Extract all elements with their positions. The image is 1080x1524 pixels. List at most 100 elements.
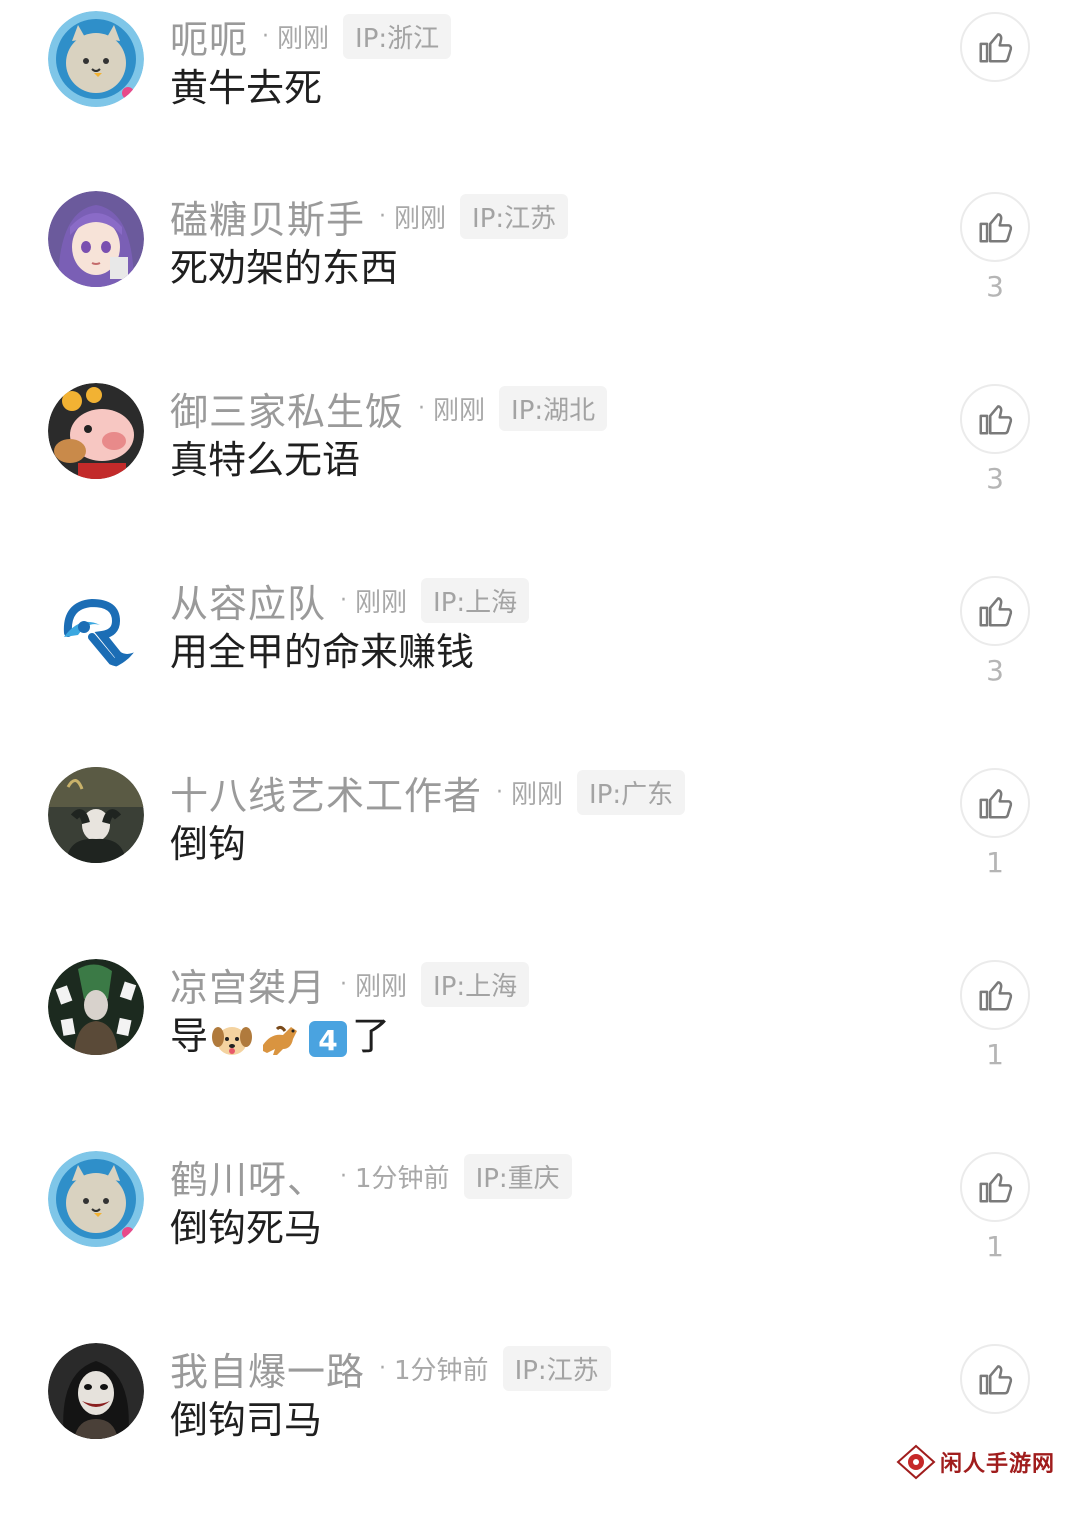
thumbs-up-icon	[979, 597, 1013, 627]
thumbs-up-icon	[979, 213, 1013, 243]
username[interactable]: 我自爆一路	[170, 1341, 365, 1396]
like-count: 3	[986, 270, 1004, 303]
comment-meta: 十八线艺术工作者 · 刚刚 IP:广东	[170, 765, 686, 820]
separator-dot: ·	[340, 587, 348, 613]
username[interactable]: 呃呃	[170, 9, 248, 64]
avatar[interactable]	[48, 1151, 144, 1247]
comment-meta: 从容应队 · 刚刚 IP:上海	[170, 573, 530, 628]
timestamp: 刚刚	[355, 971, 408, 1002]
comment-text[interactable]: 倒钩	[170, 820, 246, 869]
comment-text-part: 了	[352, 1014, 391, 1058]
avatar[interactable]	[48, 383, 144, 479]
site-watermark: 闲人手游网	[896, 1444, 1055, 1480]
like-button[interactable]	[960, 384, 1030, 454]
timestamp: 刚刚	[394, 203, 447, 234]
username[interactable]: 凉宫桀月	[170, 957, 326, 1012]
comment-meta: 凉宫桀月 · 刚刚 IP:上海	[170, 957, 530, 1012]
ip-location-tag: IP:上海	[421, 577, 530, 623]
like-button[interactable]	[960, 1344, 1030, 1414]
ip-location-tag: IP:重庆	[463, 1153, 572, 1199]
svg-text:4: 4	[318, 1024, 337, 1057]
timestamp: 1分钟前	[355, 1163, 450, 1194]
comment-text-part: 导	[170, 1014, 209, 1058]
separator-dot: ·	[340, 1163, 348, 1189]
like-button[interactable]	[960, 192, 1030, 262]
comment-item: 御三家私生饭 · 刚刚 IP:湖北 真特么无语 3	[0, 372, 1080, 564]
anime-girl-avatar-icon	[48, 191, 144, 287]
pig-cartoon-avatar-icon	[48, 383, 144, 479]
ip-location-tag: IP:浙江	[343, 13, 452, 59]
like-count: 1	[986, 1038, 1004, 1071]
separator-dot: ·	[496, 779, 504, 805]
like-count: 3	[986, 654, 1004, 687]
comment-text[interactable]: 用全甲的命来赚钱	[170, 628, 474, 677]
thumbs-up-icon	[979, 1173, 1013, 1203]
comment-item: 呃呃 · 刚刚 IP:浙江 黄牛去死	[0, 0, 1080, 192]
comment-text[interactable]: 倒钩司马	[170, 1396, 322, 1445]
separator-dot: ·	[379, 203, 387, 229]
comment-item: 磕糖贝斯手 · 刚刚 IP:江苏 死劝架的东西 3	[0, 180, 1080, 372]
horror-face-avatar-icon	[48, 1343, 144, 1439]
like-button[interactable]	[960, 960, 1030, 1030]
thumbs-up-icon	[979, 1365, 1013, 1395]
diamond-logo-icon	[896, 1444, 936, 1480]
timestamp: 刚刚	[433, 395, 486, 426]
separator-dot: ·	[262, 23, 270, 49]
like-button[interactable]	[960, 768, 1030, 838]
avatar[interactable]	[48, 959, 144, 1055]
comment-meta: 磕糖贝斯手 · 刚刚 IP:江苏	[170, 189, 569, 244]
like-button[interactable]	[960, 576, 1030, 646]
timestamp: 刚刚	[277, 23, 330, 54]
comment-item: 十八线艺术工作者 · 刚刚 IP:广东 倒钩 1	[0, 756, 1080, 948]
timestamp: 刚刚	[511, 779, 564, 810]
comment-item: 鹤川呀、 · 1分钟前 IP:重庆 倒钩死马 1	[0, 1140, 1080, 1332]
keycap-4-emoji-icon: 4	[309, 1020, 348, 1057]
avatar[interactable]	[48, 191, 144, 287]
username[interactable]: 从容应队	[170, 573, 326, 628]
dog-face-emoji-icon	[212, 1026, 253, 1055]
avatar[interactable]	[48, 575, 144, 671]
like-count: 1	[986, 846, 1004, 879]
username[interactable]: 御三家私生饭	[170, 381, 404, 436]
like-count: 3	[986, 462, 1004, 495]
comment-text[interactable]: 导 4 了	[170, 1012, 390, 1061]
timestamp: 刚刚	[355, 587, 408, 618]
person-photo-avatar-icon	[48, 767, 144, 863]
horse-emoji-icon	[263, 1025, 298, 1055]
thumbs-up-icon	[979, 33, 1013, 63]
ip-location-tag: IP:广东	[577, 769, 686, 815]
cat-astronaut-avatar-icon	[48, 1151, 144, 1247]
comment-text[interactable]: 真特么无语	[170, 436, 360, 485]
thumbs-up-icon	[979, 789, 1013, 819]
username[interactable]: 鹤川呀、	[170, 1149, 326, 1204]
wave-logo-avatar-icon	[48, 575, 144, 671]
comment-meta: 呃呃 · 刚刚 IP:浙江	[170, 9, 452, 64]
comment-meta: 鹤川呀、 · 1分钟前 IP:重庆	[170, 1150, 572, 1202]
comment-text[interactable]: 死劝架的东西	[170, 244, 398, 293]
ip-location-tag: IP:江苏	[460, 193, 569, 239]
comment-text[interactable]: 倒钩死马	[170, 1204, 322, 1253]
avatar[interactable]	[48, 11, 144, 107]
avatar[interactable]	[48, 1343, 144, 1439]
ip-location-tag: IP:江苏	[502, 1345, 611, 1391]
like-count: 1	[986, 1230, 1004, 1263]
username[interactable]: 十八线艺术工作者	[170, 765, 482, 820]
comment-text[interactable]: 黄牛去死	[170, 64, 322, 113]
username[interactable]: 磕糖贝斯手	[170, 189, 365, 244]
timestamp: 1分钟前	[394, 1355, 489, 1386]
comment-meta: 我自爆一路 · 1分钟前 IP:江苏	[170, 1342, 611, 1394]
comment-item: 凉宫桀月 · 刚刚 IP:上海 导 4 了 1	[0, 948, 1080, 1140]
thumbs-up-icon	[979, 981, 1013, 1011]
separator-dot: ·	[379, 1355, 387, 1381]
avatar[interactable]	[48, 767, 144, 863]
separator-dot: ·	[340, 971, 348, 997]
watermark-text: 闲人手游网	[940, 1452, 1056, 1477]
comment-item: 从容应队 · 刚刚 IP:上海 用全甲的命来赚钱 3	[0, 564, 1080, 756]
like-button[interactable]	[960, 12, 1030, 82]
joker-cards-avatar-icon	[48, 959, 144, 1055]
like-button[interactable]	[960, 1152, 1030, 1222]
cat-astronaut-avatar-icon	[48, 11, 144, 107]
separator-dot: ·	[418, 395, 426, 421]
thumbs-up-icon	[979, 405, 1013, 435]
ip-location-tag: IP:湖北	[499, 385, 608, 431]
